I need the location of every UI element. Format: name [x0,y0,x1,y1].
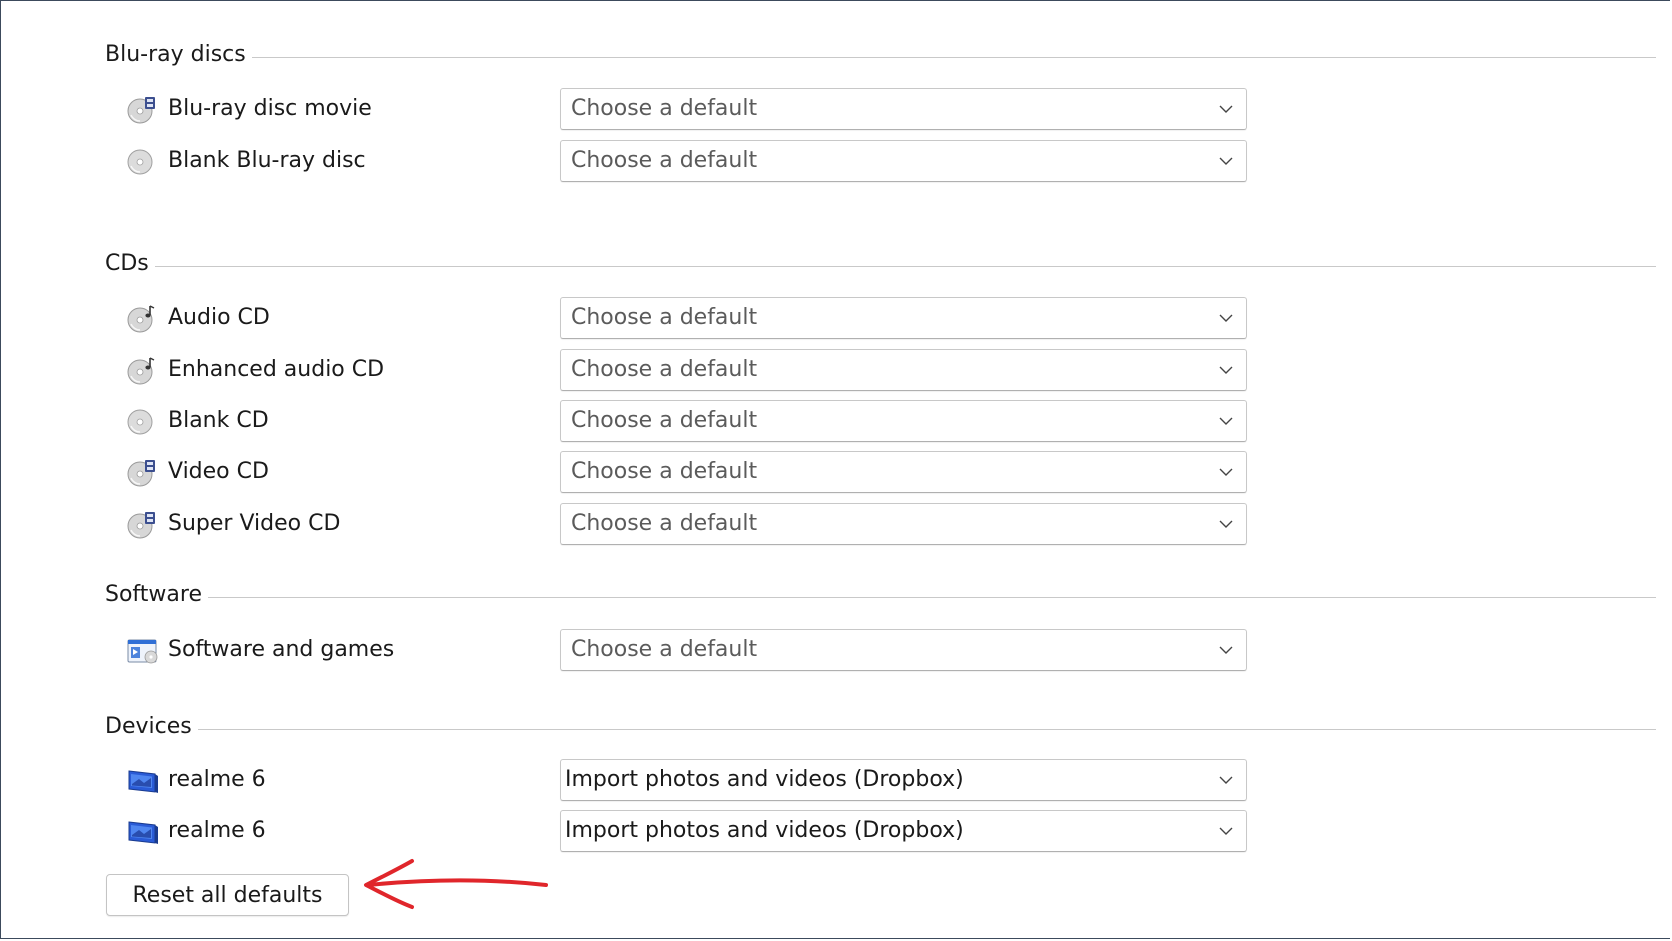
blank-disc-icon [127,147,157,177]
dropdown-selected-value: Choose a default [571,408,758,433]
autoplay-row-blu-ray-disc-movie: Blu-ray disc movie Choose a default [0,87,1672,131]
autoplay-item-label: Audio CD [168,305,270,330]
section-title: CDs [105,250,149,276]
default-action-dropdown[interactable]: Import photos and videos (Dropbox) [560,810,1247,852]
section-header-devices: Devices [105,711,1656,741]
section-header-blu-ray: Blu-ray discs [105,39,1656,69]
chevron-down-icon [1219,366,1233,374]
dropdown-selected-value: Import photos and videos (Dropbox) [565,818,964,843]
default-action-dropdown[interactable]: Choose a default [560,629,1247,671]
autoplay-row-video-cd: Video CD Choose a default [0,450,1672,494]
dropdown-selected-value: Choose a default [571,305,758,330]
audio-disc-icon [127,356,157,386]
default-action-dropdown[interactable]: Choose a default [560,400,1247,442]
autoplay-row-enhanced-audio-cd: Enhanced audio CD Choose a default [0,348,1672,392]
autoplay-row-device-2: realme 6 Import photos and videos (Dropb… [0,809,1672,853]
default-action-dropdown[interactable]: Choose a default [560,140,1247,182]
chevron-down-icon [1219,646,1233,654]
chevron-down-icon [1219,827,1233,835]
dropdown-selected-value: Choose a default [571,637,758,662]
autoplay-row-audio-cd: Audio CD Choose a default [0,296,1672,340]
audio-disc-icon [127,304,157,334]
chevron-down-icon [1219,417,1233,425]
chevron-down-icon [1219,520,1233,528]
device-icon [127,766,158,796]
chevron-down-icon [1219,157,1233,165]
autoplay-row-blank-blu-ray-disc: Blank Blu-ray disc Choose a default [0,139,1672,183]
reset-all-defaults-button[interactable]: Reset all defaults [106,874,349,916]
video-disc-icon [127,458,157,488]
chevron-down-icon [1219,776,1233,784]
video-disc-icon [127,510,157,540]
default-action-dropdown[interactable]: Import photos and videos (Dropbox) [560,759,1247,801]
autoplay-item-label: Super Video CD [168,511,341,536]
section-divider [197,728,1656,730]
autoplay-item-label: Video CD [168,459,269,484]
dropdown-selected-value: Choose a default [571,511,758,536]
default-action-dropdown[interactable]: Choose a default [560,349,1247,391]
dropdown-selected-value: Choose a default [571,148,758,173]
dropdown-selected-value: Import photos and videos (Dropbox) [565,767,964,792]
video-disc-icon [127,95,157,125]
autoplay-item-label: Blank CD [168,408,269,433]
default-action-dropdown[interactable]: Choose a default [560,451,1247,493]
autoplay-item-label: Software and games [168,637,395,662]
autoplay-row-blank-cd: Blank CD Choose a default [0,399,1672,443]
annotation-arrow-icon [364,859,548,909]
default-action-dropdown[interactable]: Choose a default [560,503,1247,545]
section-divider [251,56,1656,58]
section-title: Devices [105,713,192,739]
autoplay-item-label: Blank Blu-ray disc [168,148,366,173]
autoplay-item-label: Enhanced audio CD [168,357,385,382]
autoplay-item-label: realme 6 [168,767,266,792]
chevron-down-icon [1219,468,1233,476]
blank-disc-icon [127,407,157,437]
dropdown-selected-value: Choose a default [571,459,758,484]
dropdown-selected-value: Choose a default [571,357,758,382]
chevron-down-icon [1219,105,1233,113]
dropdown-selected-value: Choose a default [571,96,758,121]
autoplay-item-label: Blu-ray disc movie [168,96,372,121]
default-action-dropdown[interactable]: Choose a default [560,88,1247,130]
software-window-icon [127,636,158,666]
autoplay-row-device-1: realme 6 Import photos and videos (Dropb… [0,758,1672,802]
autoplay-item-label: realme 6 [168,818,266,843]
device-icon [127,817,158,847]
section-title: Software [105,581,202,607]
section-header-software: Software [105,579,1656,609]
section-header-cds: CDs [105,248,1656,278]
section-divider [207,596,1656,598]
autoplay-row-super-video-cd: Super Video CD Choose a default [0,502,1672,546]
section-divider [154,265,1656,267]
autoplay-row-software-and-games: Software and games Choose a default [0,628,1672,672]
default-action-dropdown[interactable]: Choose a default [560,297,1247,339]
chevron-down-icon [1219,314,1233,322]
section-title: Blu-ray discs [105,41,246,67]
